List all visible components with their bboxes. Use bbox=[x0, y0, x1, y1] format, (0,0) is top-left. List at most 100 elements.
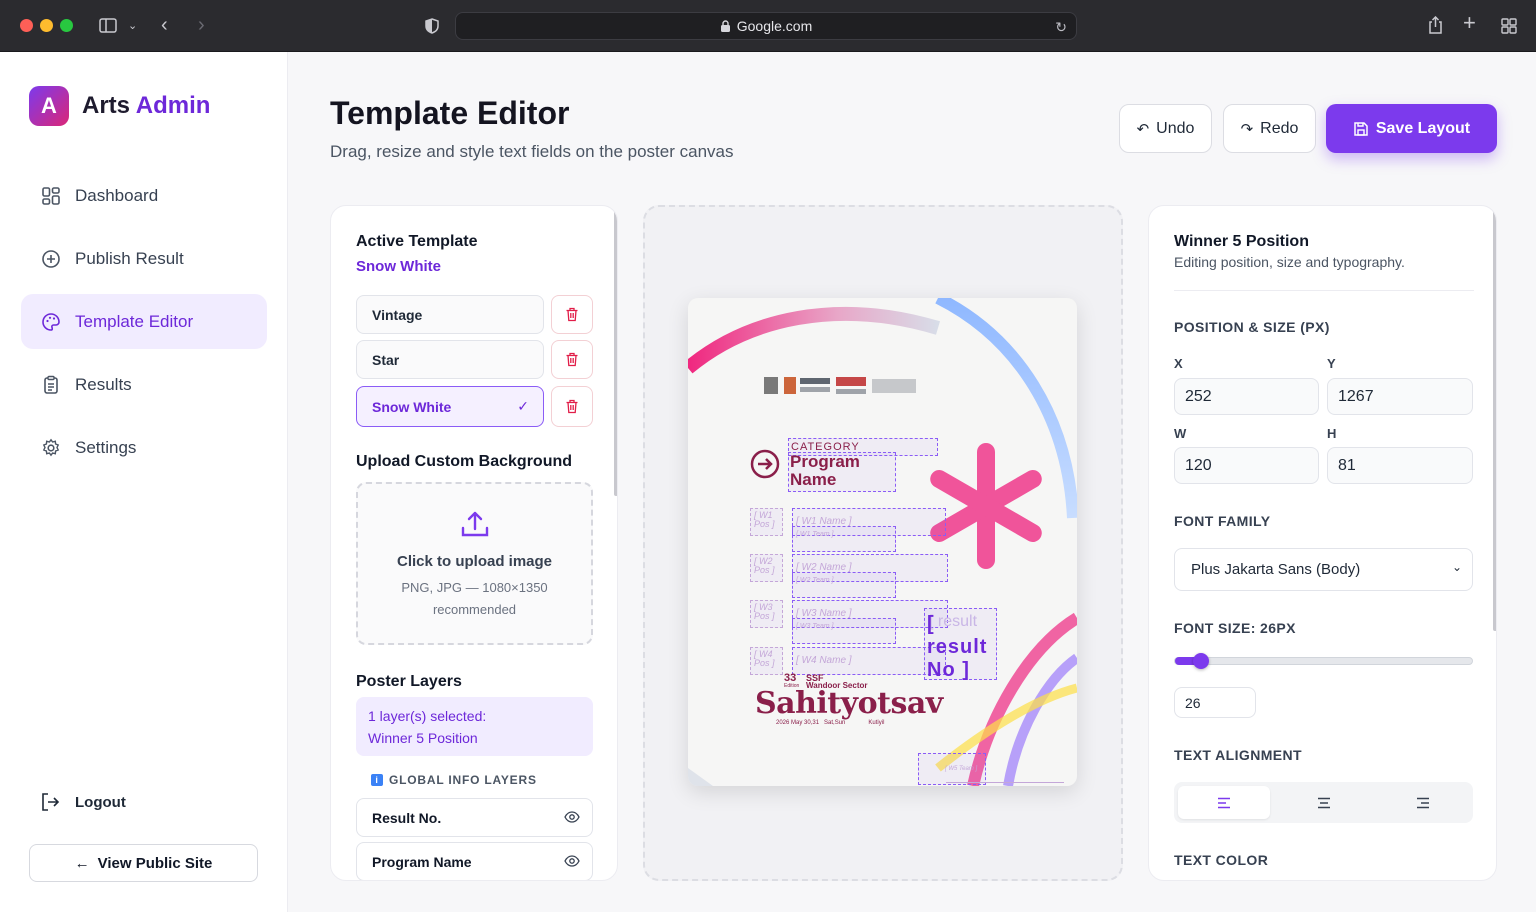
global-info-label: GLOBAL INFO LAYERS bbox=[389, 773, 537, 787]
brand-name-second: Admin bbox=[135, 92, 211, 119]
program-name-text: Program Name bbox=[789, 453, 895, 489]
template-panel-scrollbar[interactable] bbox=[614, 206, 617, 496]
logout-label: Logout bbox=[75, 793, 126, 811]
winner-2-team-layer[interactable]: [ W2 Team ] bbox=[792, 572, 896, 598]
winner-3-team-layer[interactable]: [ W3 Team ] bbox=[792, 618, 896, 644]
eye-icon[interactable] bbox=[564, 811, 580, 823]
font-family-select[interactable]: Plus Jakarta Sans (Body) ⌄ bbox=[1174, 548, 1473, 591]
info-icon: i bbox=[371, 774, 383, 786]
y-label: Y bbox=[1327, 356, 1336, 371]
sidebar-toggle-icon[interactable] bbox=[99, 18, 117, 33]
selection-summary: 1 layer(s) selected: Winner 5 Position bbox=[356, 697, 593, 756]
gear-icon bbox=[42, 438, 60, 456]
template-item-star[interactable]: Star bbox=[356, 340, 544, 379]
winner-5-team-text: [ W5 Team ] bbox=[945, 766, 978, 772]
sidebar-item-dashboard[interactable]: Dashboard bbox=[21, 168, 267, 223]
selected-layer-heading: Winner 5 Position bbox=[1174, 233, 1309, 250]
clipboard-icon bbox=[44, 375, 58, 394]
upload-title: Click to upload image bbox=[396, 553, 553, 570]
forward-icon[interactable]: › bbox=[198, 15, 205, 35]
sahityotsav-logo: Sahityotsav bbox=[755, 686, 943, 721]
font-size-slider-thumb[interactable] bbox=[1193, 653, 1209, 669]
maximize-window-button[interactable] bbox=[60, 19, 73, 32]
eye-icon[interactable] bbox=[564, 855, 580, 867]
align-center-button[interactable] bbox=[1278, 786, 1370, 819]
new-tab-icon[interactable]: + bbox=[1463, 12, 1476, 34]
delete-template-button[interactable] bbox=[551, 386, 593, 427]
template-label: Star bbox=[372, 351, 400, 368]
program-name-line1: Program bbox=[790, 452, 860, 471]
font-size-input[interactable]: 26 bbox=[1174, 687, 1256, 718]
address-bar[interactable]: Google.com ↻ bbox=[455, 12, 1077, 40]
w-label: W bbox=[1174, 426, 1187, 441]
active-template-name: Snow White bbox=[356, 258, 441, 275]
close-window-button[interactable] bbox=[20, 19, 33, 32]
winner-1-team-layer[interactable]: [ W1 Team ] bbox=[792, 526, 896, 552]
sidebar-item-results[interactable]: Results bbox=[21, 357, 267, 412]
brand-logo[interactable]: A Arts Admin bbox=[29, 86, 210, 126]
font-size-slider[interactable] bbox=[1174, 653, 1473, 669]
x-value: 252 bbox=[1185, 387, 1212, 405]
undo-label: Undo bbox=[1156, 119, 1195, 137]
minimize-window-button[interactable] bbox=[40, 19, 53, 32]
upload-dropzone[interactable]: Click to upload image PNG, JPG — 1080×13… bbox=[356, 482, 593, 645]
width-input[interactable]: 120 bbox=[1174, 447, 1319, 484]
undo-button[interactable]: ↶ Undo bbox=[1119, 104, 1212, 153]
share-icon[interactable] bbox=[1428, 16, 1443, 34]
winner-4-name-layer[interactable]: [ W4 Name ] bbox=[792, 647, 946, 675]
layer-label: Program Name bbox=[372, 853, 472, 870]
shield-icon[interactable] bbox=[425, 18, 439, 34]
winner-4-position-layer[interactable]: [ W4 Pos ] bbox=[750, 647, 783, 675]
height-value: 81 bbox=[1338, 456, 1356, 474]
edition-number: 33 bbox=[784, 672, 797, 684]
sidebar-item-label: Results bbox=[75, 374, 132, 394]
winner-2-team-text: [ W2 Team ] bbox=[796, 577, 834, 584]
sidebar-item-settings[interactable]: Settings bbox=[21, 420, 267, 475]
global-info-heading: i GLOBAL INFO LAYERS bbox=[371, 773, 537, 787]
event-date-text: 2026 May 30,31 bbox=[776, 720, 820, 726]
sidebar-item-publish-result[interactable]: Publish Result bbox=[21, 231, 267, 286]
logout-button[interactable]: Logout bbox=[40, 792, 126, 812]
save-layout-button[interactable]: Save Layout bbox=[1326, 104, 1497, 153]
trash-icon bbox=[566, 399, 578, 414]
delete-template-button[interactable] bbox=[551, 295, 593, 334]
properties-panel-scrollbar[interactable] bbox=[1493, 206, 1496, 631]
tab-overview-icon[interactable] bbox=[1501, 18, 1517, 34]
delete-template-button[interactable] bbox=[551, 340, 593, 379]
chevron-down-icon[interactable]: ⌄ bbox=[128, 18, 137, 34]
align-left-icon bbox=[1218, 797, 1230, 808]
selection-count: 1 layer(s) selected: bbox=[368, 708, 487, 724]
layer-item-result-no[interactable]: Result No. bbox=[356, 798, 593, 837]
template-label: Vintage bbox=[372, 306, 423, 323]
chevron-down-icon: ⌄ bbox=[1451, 560, 1462, 574]
result-no-line3: No ] bbox=[927, 659, 970, 681]
template-item-snow-white[interactable]: Snow White ✓ bbox=[356, 386, 544, 427]
template-item-vintage[interactable]: Vintage bbox=[356, 295, 544, 334]
poster-canvas[interactable]: CATEGORY Program Name [ W1 Pos ] [ W1 Nam… bbox=[688, 298, 1077, 786]
lock-icon bbox=[720, 19, 730, 32]
redo-button[interactable]: ↷ Redo bbox=[1223, 104, 1316, 153]
h-label: H bbox=[1327, 426, 1337, 441]
sidebar-item-label: Dashboard bbox=[75, 185, 159, 205]
back-icon[interactable]: ‹ bbox=[161, 15, 168, 35]
program-name-layer[interactable]: Program Name bbox=[788, 452, 896, 492]
winner-1-team-text: [ W1 Team ] bbox=[796, 531, 834, 538]
winner-3-position-layer[interactable]: [ W3 Pos ] bbox=[750, 600, 783, 628]
winner-2-position-layer[interactable]: [ W2 Pos ] bbox=[750, 554, 783, 582]
reload-icon[interactable]: ↻ bbox=[1055, 19, 1067, 36]
sidebar-item-template-editor[interactable]: Template Editor bbox=[21, 294, 267, 349]
result-no-layer[interactable]: [ result [ result No ] bbox=[924, 608, 997, 681]
y-input[interactable]: 1267 bbox=[1327, 378, 1473, 415]
browser-toolbar: ⌄ ‹ › Google.com ↻ + bbox=[0, 0, 1536, 52]
x-input[interactable]: 252 bbox=[1174, 378, 1319, 415]
url-text: Google.com bbox=[736, 18, 813, 34]
align-left-button[interactable] bbox=[1178, 786, 1270, 819]
winner-1-position-layer[interactable]: [ W1 Pos ] bbox=[750, 508, 783, 536]
height-input[interactable]: 81 bbox=[1327, 447, 1473, 484]
align-right-button[interactable] bbox=[1377, 786, 1469, 819]
winner-2-position-text: [ W2 Pos ] bbox=[754, 556, 775, 575]
view-public-site-button[interactable]: ← View Public Site bbox=[29, 844, 258, 882]
winner-5-position-layer[interactable]: [ W5 Team ] bbox=[918, 753, 986, 785]
layer-item-program-name[interactable]: Program Name bbox=[356, 842, 593, 880]
asterisk-shape bbox=[930, 443, 1042, 569]
